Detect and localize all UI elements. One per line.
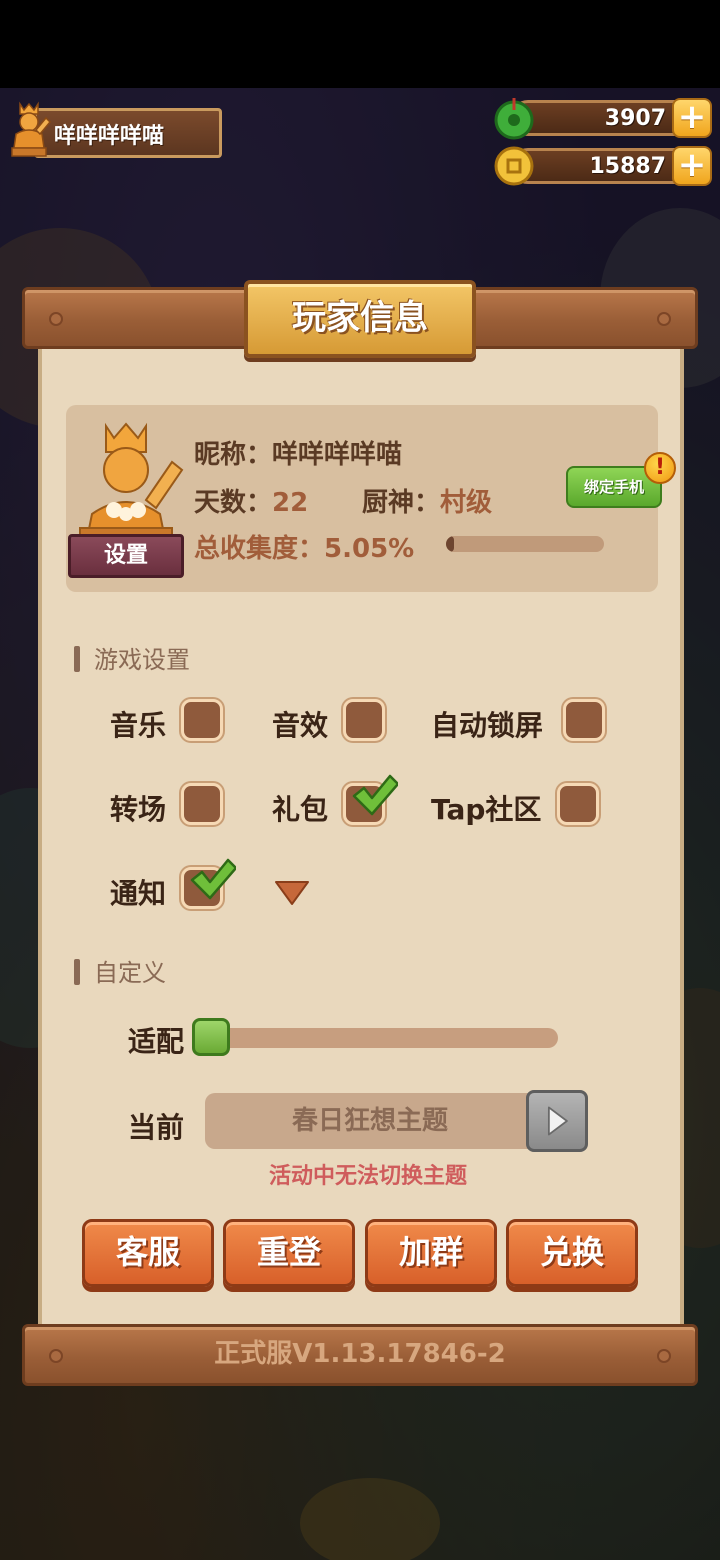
option-label-auto-lock: 自动锁屏: [431, 709, 544, 742]
auto-lock-checkbox[interactable]: [563, 699, 605, 741]
current-theme-label: 当前: [128, 1111, 185, 1144]
coin-currency: 15887 +: [492, 146, 712, 186]
version-label: 正式服V1.13.17846-2: [214, 1339, 506, 1369]
notify-checkbox[interactable]: [181, 858, 236, 909]
fit-slider-knob[interactable]: [192, 1018, 230, 1056]
nickname-label: 昵称：: [194, 440, 273, 470]
music-checkbox[interactable]: [181, 699, 223, 741]
transition-checkbox[interactable]: [181, 783, 223, 825]
relogin-button[interactable]: 重登: [223, 1219, 355, 1287]
chef-rank-label: 厨神：: [362, 488, 441, 518]
fit-label: 适配: [128, 1025, 185, 1058]
alert-badge-icon: !: [644, 452, 676, 484]
days-label: 天数：: [194, 488, 273, 518]
collection-value: 5.05%: [324, 534, 415, 564]
player-name: 咩咩咩咩喵: [54, 124, 165, 149]
next-theme-icon[interactable]: [526, 1090, 588, 1152]
option-label-music: 音乐: [110, 709, 167, 742]
theme-warning: 活动中无法切换主题: [268, 1164, 467, 1189]
days-value: 22: [272, 488, 309, 518]
settings-button[interactable]: 设置: [68, 534, 184, 578]
game-settings-section: 游戏设置: [74, 640, 190, 675]
nickname-line: 昵称：咩咩咩咩喵: [194, 434, 402, 471]
tap-community-checkbox[interactable]: [557, 783, 599, 825]
days-line: 天数：22: [194, 482, 308, 519]
option-label-tap-community: Tap社区: [431, 793, 542, 826]
collection-label: 总收集度：: [194, 534, 325, 564]
jade-currency: 3907 +: [492, 98, 712, 140]
chef-rank-line: 厨神：村级: [362, 482, 492, 519]
expand-arrow-icon[interactable]: [274, 876, 310, 908]
checkmark-icon: [352, 774, 398, 816]
option-label-sfx: 音效: [272, 709, 329, 742]
game-settings-title: 游戏设置: [94, 646, 190, 674]
dialog-title: 玩家信息: [244, 280, 476, 358]
custom-title: 自定义: [94, 959, 166, 987]
nickname-value: 咩咩咩咩喵: [272, 440, 403, 470]
sfx-checkbox[interactable]: [343, 699, 385, 741]
option-label-notify: 通知: [110, 877, 167, 910]
option-label-transition: 转场: [110, 793, 167, 826]
collection-progress-bar: [446, 536, 604, 552]
add-coins-button[interactable]: +: [672, 146, 712, 186]
current-theme-value: 春日狂想主题: [205, 1093, 535, 1149]
jade-value: 3907: [604, 106, 666, 131]
fit-slider-track[interactable]: [210, 1028, 558, 1048]
coin-icon: [494, 146, 534, 186]
jade-icon: [494, 98, 534, 140]
add-jade-button[interactable]: +: [672, 98, 712, 138]
chef-statue-icon: [11, 101, 52, 157]
coin-value: 15887: [589, 154, 666, 179]
gift-checkbox[interactable]: [343, 774, 398, 825]
custom-section: 自定义: [74, 953, 166, 988]
customer-service-button[interactable]: 客服: [82, 1219, 214, 1287]
redeem-button[interactable]: 兑换: [506, 1219, 638, 1287]
player-tag[interactable]: 咩咩咩咩喵: [6, 100, 222, 160]
join-group-button[interactable]: 加群: [365, 1219, 497, 1287]
collection-line: 总收集度：5.05%: [194, 528, 414, 565]
option-label-gift: 礼包: [272, 793, 329, 826]
checkmark-icon: [190, 858, 236, 900]
chef-rank-value: 村级: [440, 488, 493, 518]
